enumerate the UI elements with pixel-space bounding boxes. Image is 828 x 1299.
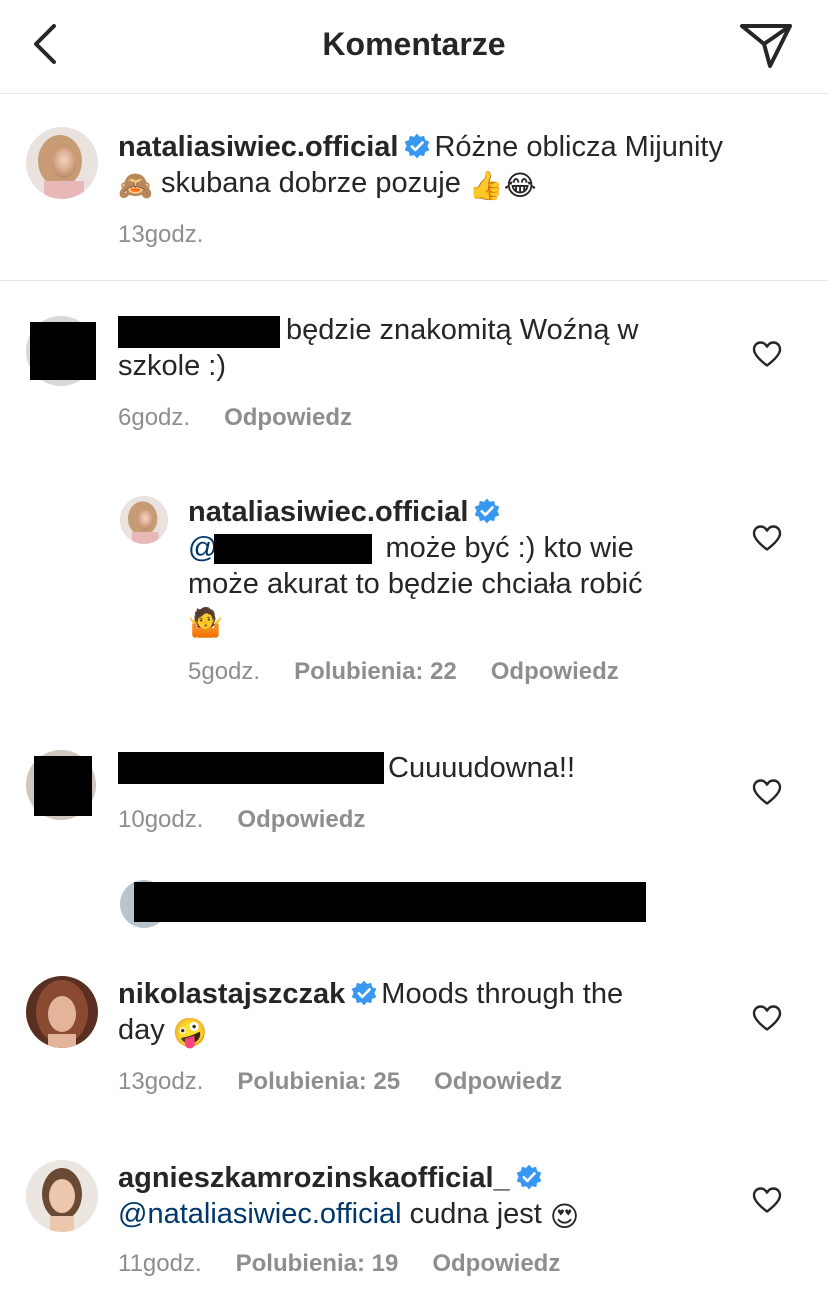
comment-4-line2: day <box>118 1014 165 1046</box>
comment-4-likes[interactable]: Polubienia: 25 <box>237 1068 400 1095</box>
comment-2-text: nataliasiwiec.official @ może być :) kto… <box>188 494 748 638</box>
caption-time: 13godz. <box>118 221 204 248</box>
redacted-reply-content <box>134 882 646 922</box>
heart-eyes-icon: 😍 <box>549 1200 580 1233</box>
comment-1-line2: szkole :) <box>118 350 226 382</box>
verified-badge-icon <box>404 133 430 159</box>
caption-line1: Różne oblicza Mijunity <box>434 131 723 163</box>
heart-outline-icon[interactable] <box>752 524 782 552</box>
redacted-username <box>118 752 384 784</box>
header-bar: Komentarze <box>0 0 828 94</box>
heart-outline-icon[interactable] <box>752 778 782 806</box>
redacted-avatar <box>34 756 92 816</box>
comment-5-time: 11godz. <box>118 1250 202 1277</box>
comment-4-time: 13godz. <box>118 1068 204 1095</box>
post-caption: nataliasiwiec.official Różne oblicza Miju… <box>0 95 828 281</box>
comment-1-time: 6godz. <box>118 404 191 431</box>
redacted-avatar <box>30 322 96 380</box>
zany-face-icon: 🤪 <box>172 1016 208 1049</box>
redacted-mention <box>214 534 372 564</box>
comment-1-meta: 6godz. Odpowiedz <box>118 404 386 432</box>
comment-5-reply-button[interactable]: Odpowiedz <box>432 1250 560 1277</box>
caption-avatar[interactable] <box>26 127 98 199</box>
comment-5-mention[interactable]: @nataliasiwiec.official <box>118 1198 402 1230</box>
comment-5-likes[interactable]: Polubienia: 19 <box>236 1250 399 1277</box>
comment-3-meta: 10godz. Odpowiedz <box>118 806 399 834</box>
see-no-evil-monkey-icon: 🙈 <box>118 169 153 202</box>
verified-badge-icon <box>474 498 500 524</box>
comment-1-line1: będzie znakomitą Woźną w <box>286 314 639 346</box>
heart-outline-icon[interactable] <box>752 1004 782 1032</box>
comment-3-body: Cuuuudowna!! <box>388 752 576 784</box>
verified-badge-icon <box>351 980 377 1006</box>
comment-1-text: będzie znakomitą Woźną w szkole :) <box>118 312 738 384</box>
comment-4-meta: 13godz. Polubienia: 25 Odpowiedz <box>118 1068 596 1096</box>
comment-4-text: nikolastajszczak Moods through the day 🤪 <box>118 976 758 1048</box>
caption-line2: skubana dobrze pozuje <box>160 167 461 199</box>
comment-5-username[interactable]: agnieszkamrozinskaofficial_ <box>118 1162 510 1194</box>
comment-2-reply-button[interactable]: Odpowiedz <box>491 658 619 685</box>
comment-3-reply-button[interactable]: Odpowiedz <box>237 806 365 833</box>
verified-badge-icon <box>516 1164 542 1190</box>
heart-outline-icon[interactable] <box>752 340 782 368</box>
comment-2-time: 5godz. <box>188 658 261 685</box>
comment-4-avatar[interactable] <box>26 976 98 1048</box>
page-title: Komentarze <box>322 26 506 62</box>
comment-3-text: Cuuuudowna!! <box>388 750 575 786</box>
shrug-icon: 🤷 <box>188 606 223 639</box>
comment-2-line2: może akurat to będzie chciała robić <box>188 568 643 600</box>
comment-2-likes[interactable]: Polubienia: 22 <box>294 658 457 685</box>
comment-5-meta: 11godz. Polubienia: 19 Odpowiedz <box>118 1250 594 1278</box>
comment-2-username[interactable]: nataliasiwiec.official <box>188 496 468 528</box>
caption-text: nataliasiwiec.official Różne oblicza Miju… <box>118 129 798 201</box>
comment-5-avatar[interactable] <box>26 1160 98 1232</box>
comment-4-username[interactable]: nikolastajszczak <box>118 978 345 1010</box>
comment-2-meta: 5godz. Polubienia: 22 Odpowiedz <box>188 658 653 686</box>
comment-2-line1: może być :) kto wie <box>385 532 634 564</box>
share-button[interactable] <box>736 20 796 72</box>
comment-4-line1: Moods through the <box>381 978 624 1010</box>
comment-2-avatar[interactable] <box>120 496 168 544</box>
comment-1-reply-button[interactable]: Odpowiedz <box>224 404 352 431</box>
thumbs-up-laughing-icon: 👍😂 <box>468 169 537 202</box>
caption-username[interactable]: nataliasiwiec.official <box>118 131 398 163</box>
heart-outline-icon[interactable] <box>752 1186 782 1214</box>
comment-5-text: agnieszkamrozinskaofficial_ @nataliasiwi… <box>118 1160 758 1232</box>
comment-3-time: 10godz. <box>118 806 204 833</box>
direct-send-icon <box>740 24 792 68</box>
comment-4-reply-button[interactable]: Odpowiedz <box>434 1068 562 1095</box>
comment-5-body: cudna jest <box>409 1198 542 1230</box>
